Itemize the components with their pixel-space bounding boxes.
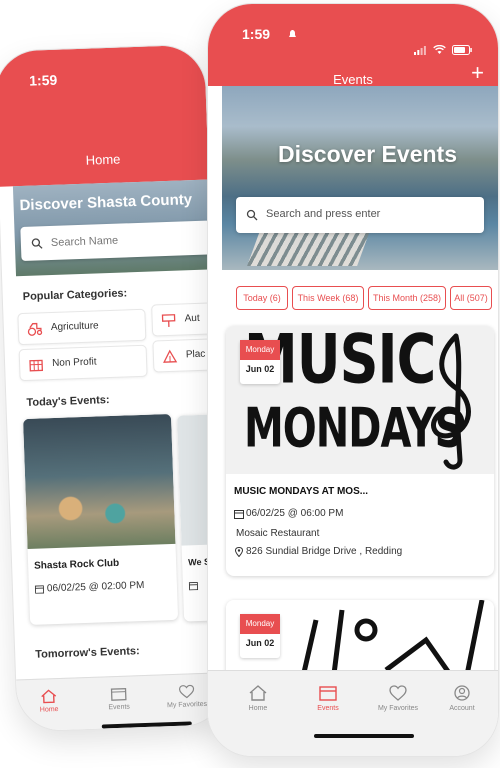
search-placeholder: Search Name	[50, 234, 119, 250]
category-label: Non Profit	[51, 356, 97, 370]
home-indicator	[314, 734, 414, 738]
notifications-off-icon	[289, 30, 296, 37]
date-badge-date: Jun 02	[245, 364, 275, 374]
calendar-icon	[34, 585, 45, 594]
event-datetime: 06/02/25 @ 02:00 PM	[46, 579, 145, 595]
tab-events[interactable]: Events	[298, 685, 358, 712]
hero-dock-decoration	[247, 228, 371, 266]
tab-account[interactable]: Account	[432, 685, 492, 712]
cellular-icon	[414, 46, 426, 55]
tab-label: Events	[108, 703, 130, 712]
search-icon	[246, 209, 258, 221]
category-label: Aut	[184, 312, 200, 325]
date-badge: Monday Jun 02	[240, 340, 280, 384]
battery-icon	[452, 45, 472, 55]
treble-clef-icon	[431, 333, 471, 470]
home-screen-phone: 1:59 Home Discover Shasta County Search …	[0, 44, 228, 732]
location-pin-icon	[234, 547, 244, 557]
home-icon	[249, 685, 267, 701]
place-icon	[163, 349, 178, 363]
search-icon	[31, 238, 43, 249]
events-screen-phone: 1:59 Events + Discover Events Search and…	[208, 4, 498, 756]
event-name: Shasta Rock Club	[33, 557, 120, 572]
filter-chip-all[interactable]: All (507)	[450, 286, 492, 310]
category-label: Plac	[185, 348, 206, 361]
status-time: 1:59	[242, 26, 271, 42]
header-title: Events	[333, 72, 373, 87]
tab-home[interactable]: Home	[18, 688, 79, 714]
status-bar: 1:59	[208, 4, 498, 55]
todays-events-heading: Today's Events:	[26, 394, 110, 409]
category-non-profit[interactable]: Non Profit	[18, 344, 148, 382]
status-bar: 1:59	[0, 45, 205, 92]
calendar-icon	[319, 686, 337, 701]
category-label: Agriculture	[50, 320, 99, 334]
tab-label: My Favorites	[377, 705, 419, 712]
event-datetime: 06/02/25 @ 06:00 PM	[246, 508, 344, 519]
popular-categories-heading: Popular Categories:	[22, 287, 128, 304]
filter-chip-this-month[interactable]: This Month (258)	[368, 286, 446, 310]
event-card[interactable]: Shasta Rock Club 06/02/25 @ 02:00 PM	[23, 413, 179, 625]
event-address: 826 Sundial Bridge Drive , Redding	[246, 546, 403, 557]
header-title: Home	[85, 151, 121, 168]
heart-icon	[178, 684, 195, 699]
calendar-icon	[188, 581, 199, 591]
tab-bar: Home Events My Favorites	[16, 672, 228, 732]
category-agriculture[interactable]: Agriculture	[17, 308, 147, 346]
events-header: 1:59 Events +	[208, 4, 498, 87]
tab-label: Home	[39, 706, 59, 714]
search-input[interactable]: Search Name	[20, 220, 212, 262]
date-badge-day: Monday	[240, 340, 280, 360]
tab-favorites[interactable]: My Favorites	[368, 685, 428, 712]
wifi-icon	[433, 45, 446, 54]
tomorrows-events-heading: Tomorrow's Events:	[35, 645, 140, 661]
tractor-icon	[27, 322, 43, 336]
tab-label: My Favorites	[166, 700, 208, 710]
home-icon	[41, 689, 57, 704]
filter-chip-this-week[interactable]: This Week (68)	[292, 286, 364, 310]
event-image	[23, 413, 176, 550]
tab-events[interactable]: Events	[88, 686, 149, 712]
building-icon	[29, 359, 44, 372]
hero-title: Discover Events	[278, 141, 457, 167]
tab-label: Account	[449, 705, 475, 712]
calendar-icon	[110, 688, 127, 701]
account-icon	[454, 685, 470, 701]
tab-home[interactable]: Home	[228, 685, 288, 712]
event-venue: Mosaic Restaurant	[236, 528, 320, 539]
event-title: MUSIC MONDAYS AT MOS...	[234, 486, 369, 497]
search-placeholder: Search and press enter	[266, 208, 381, 220]
home-header: 1:59 Home	[0, 44, 209, 187]
filter-chip-today[interactable]: Today (6)	[236, 286, 288, 310]
status-time: 1:59	[28, 71, 58, 89]
tab-bar: Home Events My Favorites Account	[208, 670, 498, 756]
calendar-icon	[234, 510, 244, 519]
sign-icon	[161, 314, 176, 327]
tab-label: Home	[248, 705, 268, 712]
date-badge-day: Monday	[240, 614, 280, 634]
date-badge-date: Jun 02	[245, 638, 275, 648]
event-card[interactable]: MUSIC MONDAYS Monday Jun 02 MUSIC MONDAY…	[226, 326, 494, 576]
tab-label: Events	[317, 705, 339, 712]
search-input[interactable]: Search and press enter	[236, 197, 484, 233]
date-badge: Monday Jun 02	[240, 614, 280, 658]
heart-icon	[389, 685, 407, 701]
add-event-button[interactable]: +	[471, 62, 484, 84]
